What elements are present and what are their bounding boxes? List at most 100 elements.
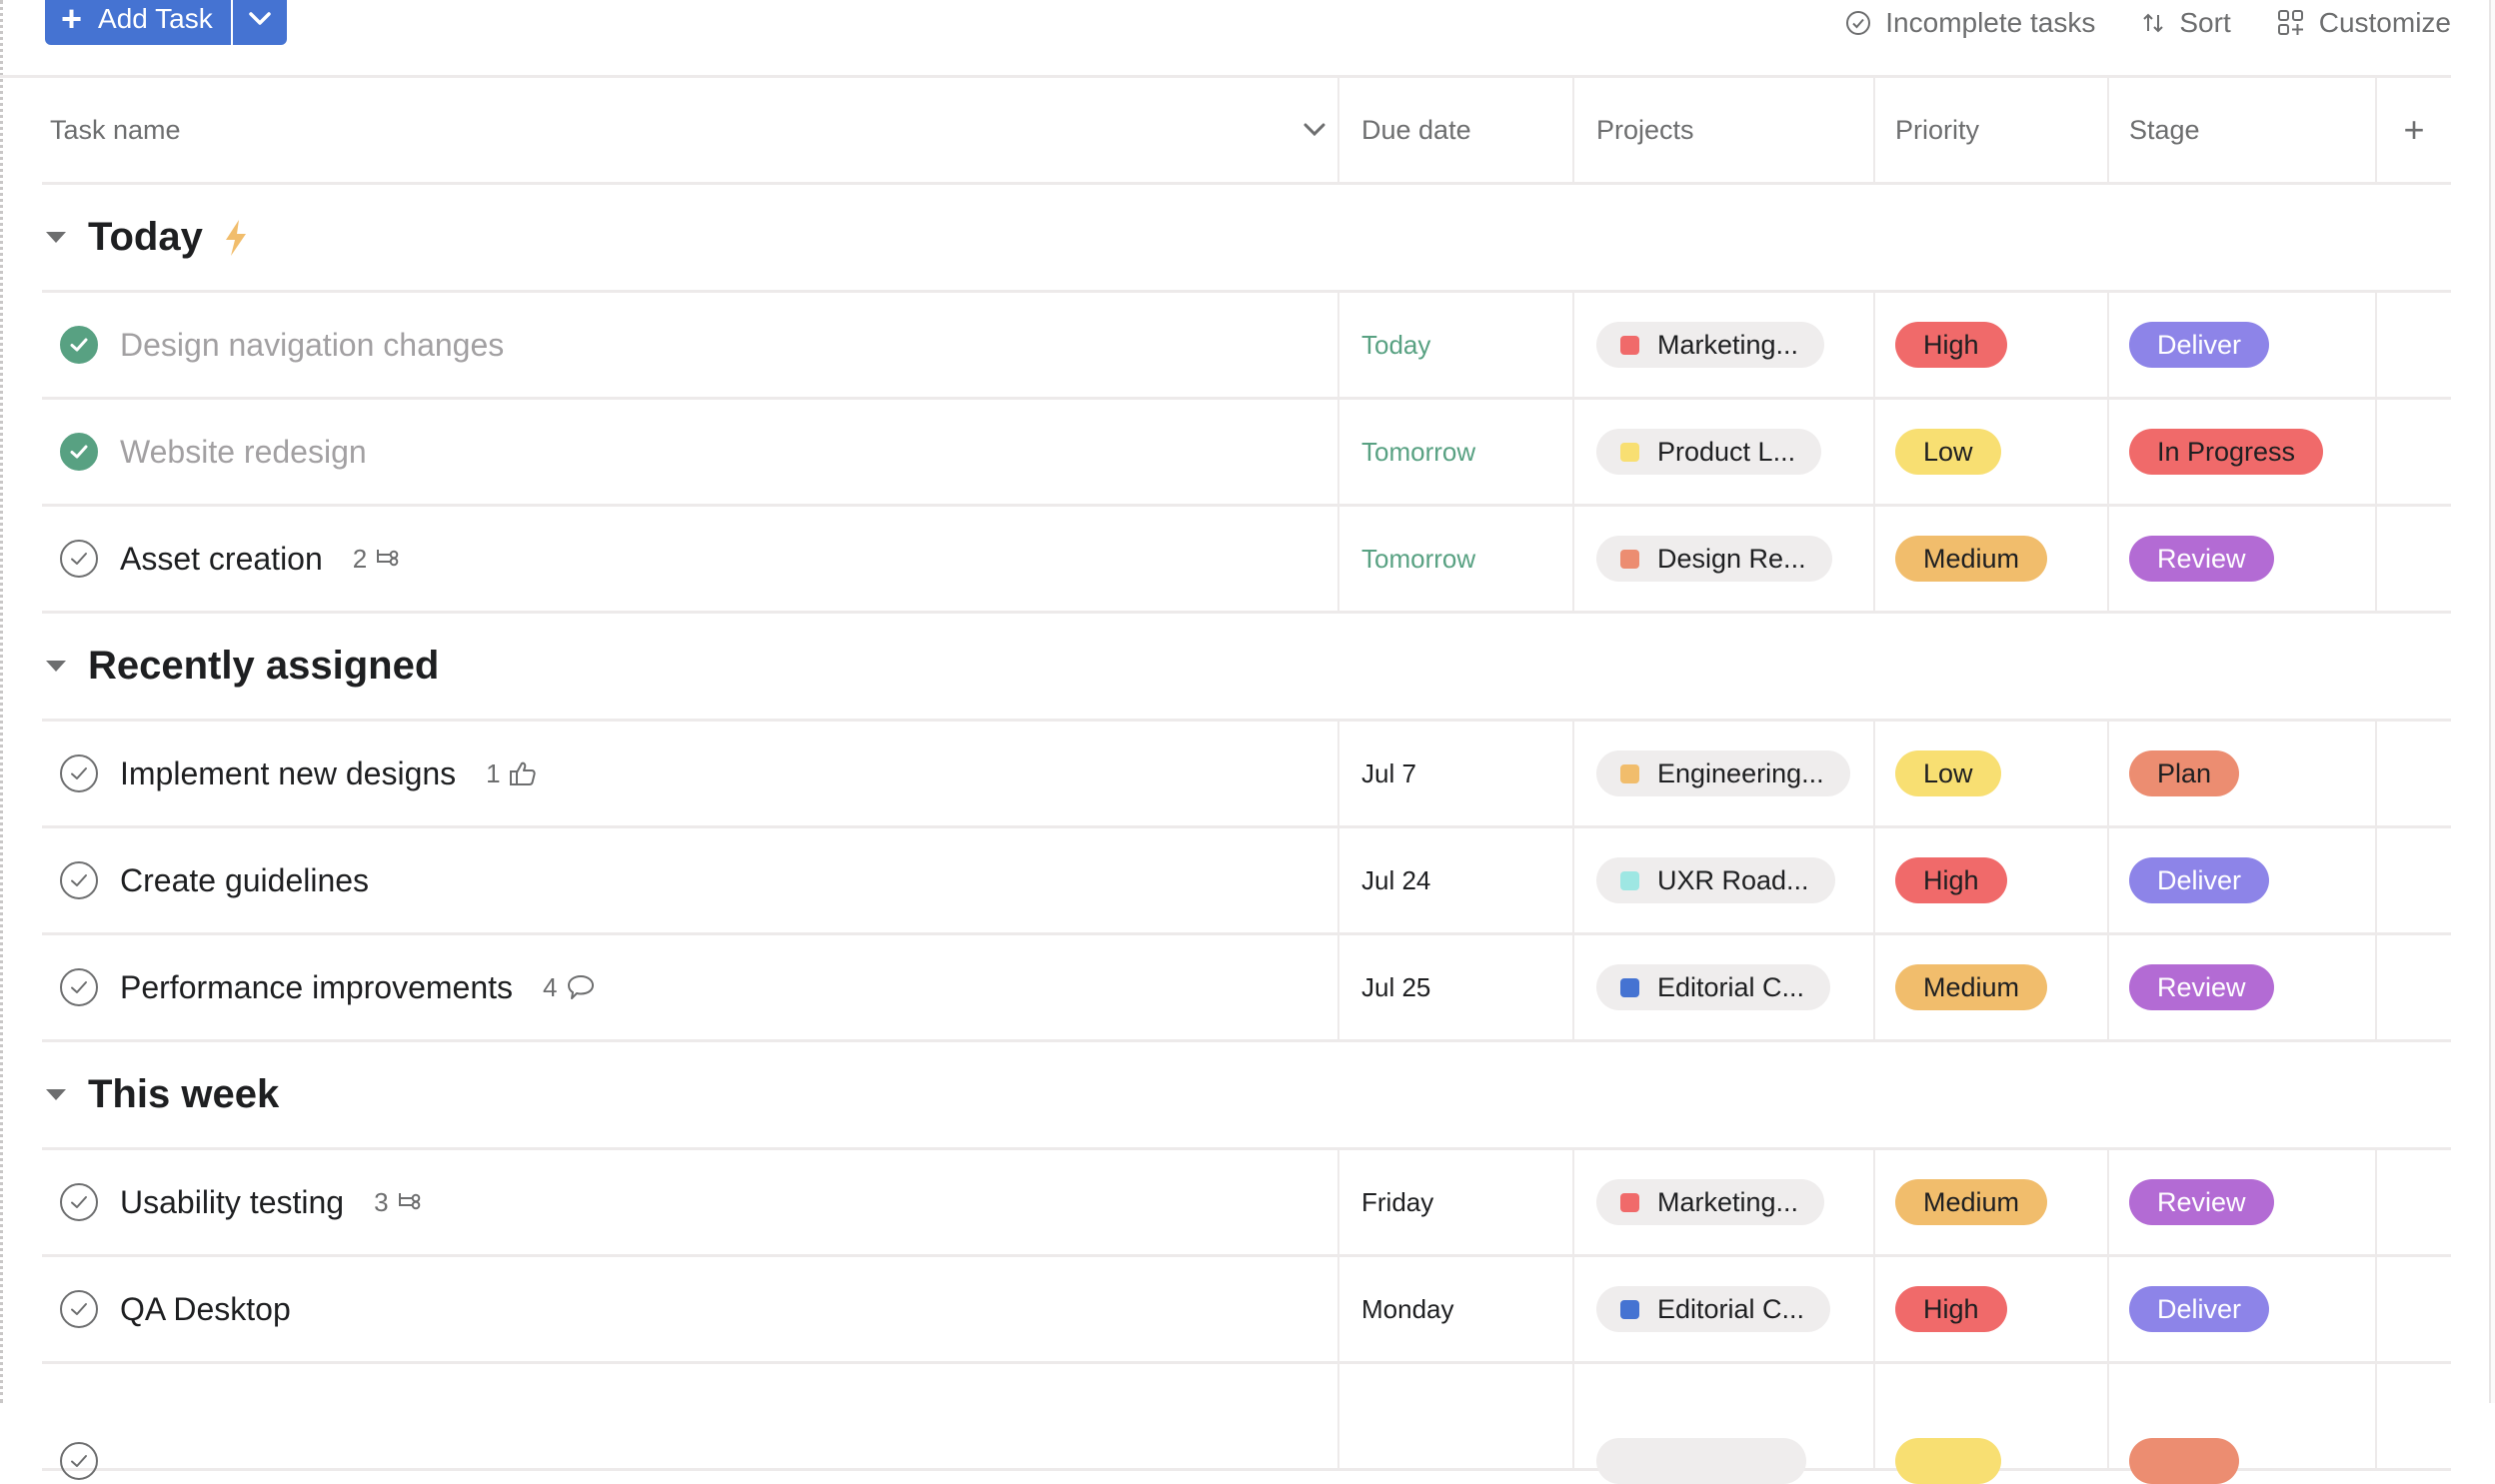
task-name[interactable]: Asset creation — [120, 541, 323, 578]
table-row[interactable]: Create guidelines Jul 24 UXR Road... High De… — [42, 828, 2451, 935]
project-pill[interactable]: Marketing... — [1596, 1179, 1825, 1225]
task-name[interactable]: QA Desktop — [120, 1291, 291, 1328]
scrollbar-track[interactable] — [2489, 0, 2495, 1403]
task-name-cell[interactable]: Performance improvements 4 — [42, 935, 1337, 1039]
priority-pill[interactable]: Low — [1895, 750, 2001, 796]
project-pill[interactable]: Engineering... — [1596, 750, 1850, 796]
priority-cell[interactable]: High — [1873, 293, 2107, 397]
customize-button[interactable]: Customize — [2277, 7, 2451, 39]
column-header-due-date[interactable]: Due date — [1337, 78, 1572, 182]
sort-button[interactable]: Sort — [2141, 7, 2231, 39]
due-date-cell[interactable]: Jul 7 — [1337, 722, 1572, 825]
priority-pill[interactable]: High — [1895, 1286, 2007, 1332]
priority-cell[interactable]: Medium — [1873, 507, 2107, 611]
due-date-cell[interactable] — [1337, 1364, 1572, 1468]
projects-cell[interactable]: Editorial C... — [1572, 1257, 1873, 1361]
table-row[interactable]: QA Desktop Monday Editorial C... High Delive… — [42, 1257, 2451, 1364]
table-row[interactable]: Design navigation changes Today Marketing.… — [42, 293, 2451, 400]
table-row[interactable]: Performance improvements 4 Jul 25 Editorial… — [42, 935, 2451, 1042]
stage-cell[interactable]: Review — [2107, 507, 2375, 611]
stage-pill[interactable]: Review — [2129, 964, 2274, 1010]
project-pill[interactable]: Design Re... — [1596, 536, 1832, 582]
table-row[interactable]: Implement new designs 1 Jul 7 Engineering..… — [42, 722, 2451, 828]
priority-cell[interactable]: High — [1873, 1257, 2107, 1361]
stage-cell[interactable]: Deliver — [2107, 828, 2375, 932]
priority-pill[interactable]: Medium — [1895, 1179, 2048, 1225]
column-header-projects[interactable]: Projects — [1572, 78, 1873, 182]
stage-pill[interactable]: In Progress — [2129, 429, 2324, 475]
task-name-cell[interactable]: Design navigation changes — [42, 293, 1337, 397]
projects-cell[interactable]: Design Re... — [1572, 507, 1873, 611]
stage-pill[interactable]: Deliver — [2129, 1286, 2270, 1332]
task-meta[interactable]: 3 — [374, 1187, 422, 1218]
projects-cell[interactable]: UXR Road... — [1572, 828, 1873, 932]
stage-cell[interactable]: Plan — [2107, 722, 2375, 825]
priority-pill[interactable]: Medium — [1895, 964, 2048, 1010]
priority-pill[interactable]: Medium — [1895, 536, 2048, 582]
task-name[interactable]: Design navigation changes — [120, 327, 504, 364]
priority-pill[interactable]: Low — [1895, 429, 2001, 475]
column-header-priority[interactable]: Priority — [1873, 78, 2107, 182]
due-date-cell[interactable]: Monday — [1337, 1257, 1572, 1361]
task-name-cell[interactable]: Asset creation 2 — [42, 507, 1337, 611]
table-row[interactable]: Website redesign Tomorrow Product L... Low I… — [42, 400, 2451, 507]
due-date-cell[interactable]: Tomorrow — [1337, 400, 1572, 504]
due-date-cell[interactable]: Friday — [1337, 1150, 1572, 1254]
collapse-triangle-icon[interactable] — [46, 1089, 66, 1100]
stage-cell[interactable]: Deliver — [2107, 293, 2375, 397]
projects-cell[interactable] — [1572, 1364, 1873, 1484]
project-pill[interactable]: Editorial C... — [1596, 964, 1831, 1010]
projects-cell[interactable]: Product L... — [1572, 400, 1873, 504]
project-pill[interactable] — [1596, 1438, 1806, 1484]
stage-pill[interactable]: Review — [2129, 1179, 2274, 1225]
due-date-cell[interactable]: Jul 24 — [1337, 828, 1572, 932]
projects-cell[interactable]: Marketing... — [1572, 293, 1873, 397]
complete-checkbox[interactable] — [60, 1183, 98, 1221]
table-row[interactable]: Asset creation 2 Tomorrow Design Re... Mediu… — [42, 507, 2451, 614]
stage-pill[interactable]: Deliver — [2129, 857, 2270, 903]
task-name-cell[interactable]: QA Desktop — [42, 1257, 1337, 1361]
task-name[interactable]: Implement new designs — [120, 755, 456, 792]
project-pill[interactable]: UXR Road... — [1596, 857, 1835, 903]
table-row[interactable]: Usability testing 3 Friday Marketing... Medi… — [42, 1150, 2451, 1257]
priority-cell[interactable]: Low — [1873, 722, 2107, 825]
complete-checkbox[interactable] — [60, 1290, 98, 1328]
task-meta[interactable]: 2 — [353, 544, 401, 575]
stage-pill[interactable]: Review — [2129, 536, 2274, 582]
collapse-triangle-icon[interactable] — [46, 661, 66, 672]
task-name-cell[interactable]: Usability testing 3 — [42, 1150, 1337, 1254]
collapse-triangle-icon[interactable] — [46, 232, 66, 243]
table-row[interactable]: Low Plan — [42, 1364, 2451, 1484]
priority-pill[interactable]: Low — [1895, 1438, 2001, 1484]
stage-pill[interactable]: Plan — [2129, 750, 2240, 796]
priority-cell[interactable]: Low — [1873, 1364, 2107, 1484]
task-name[interactable]: Performance improvements — [120, 969, 513, 1006]
task-name-cell[interactable]: Implement new designs 1 — [42, 722, 1337, 825]
priority-pill[interactable]: High — [1895, 857, 2007, 903]
due-date-cell[interactable]: Today — [1337, 293, 1572, 397]
task-name[interactable]: Website redesign — [120, 434, 367, 471]
priority-cell[interactable]: Medium — [1873, 935, 2107, 1039]
task-name[interactable]: Usability testing — [120, 1184, 344, 1221]
complete-checkbox[interactable] — [60, 540, 98, 578]
priority-cell[interactable]: High — [1873, 828, 2107, 932]
add-task-dropdown-button[interactable] — [232, 0, 287, 45]
project-pill[interactable]: Editorial C... — [1596, 1286, 1831, 1332]
stage-cell[interactable]: In Progress — [2107, 400, 2375, 504]
complete-checkbox[interactable] — [60, 326, 98, 364]
add-column-button[interactable]: + — [2375, 78, 2451, 182]
complete-checkbox[interactable] — [60, 968, 98, 1006]
stage-cell[interactable]: Review — [2107, 935, 2375, 1039]
stage-pill[interactable]: Plan — [2129, 1438, 2240, 1484]
priority-cell[interactable]: Low — [1873, 400, 2107, 504]
project-pill[interactable]: Marketing... — [1596, 322, 1825, 368]
task-name[interactable]: Create guidelines — [120, 862, 369, 899]
complete-checkbox[interactable] — [60, 861, 98, 899]
task-meta[interactable]: 4 — [543, 972, 595, 1003]
stage-pill[interactable]: Deliver — [2129, 322, 2270, 368]
project-pill[interactable]: Product L... — [1596, 429, 1822, 475]
due-date-cell[interactable]: Jul 25 — [1337, 935, 1572, 1039]
task-name-cell[interactable] — [42, 1364, 1337, 1480]
projects-cell[interactable]: Marketing... — [1572, 1150, 1873, 1254]
due-date-cell[interactable]: Tomorrow — [1337, 507, 1572, 611]
